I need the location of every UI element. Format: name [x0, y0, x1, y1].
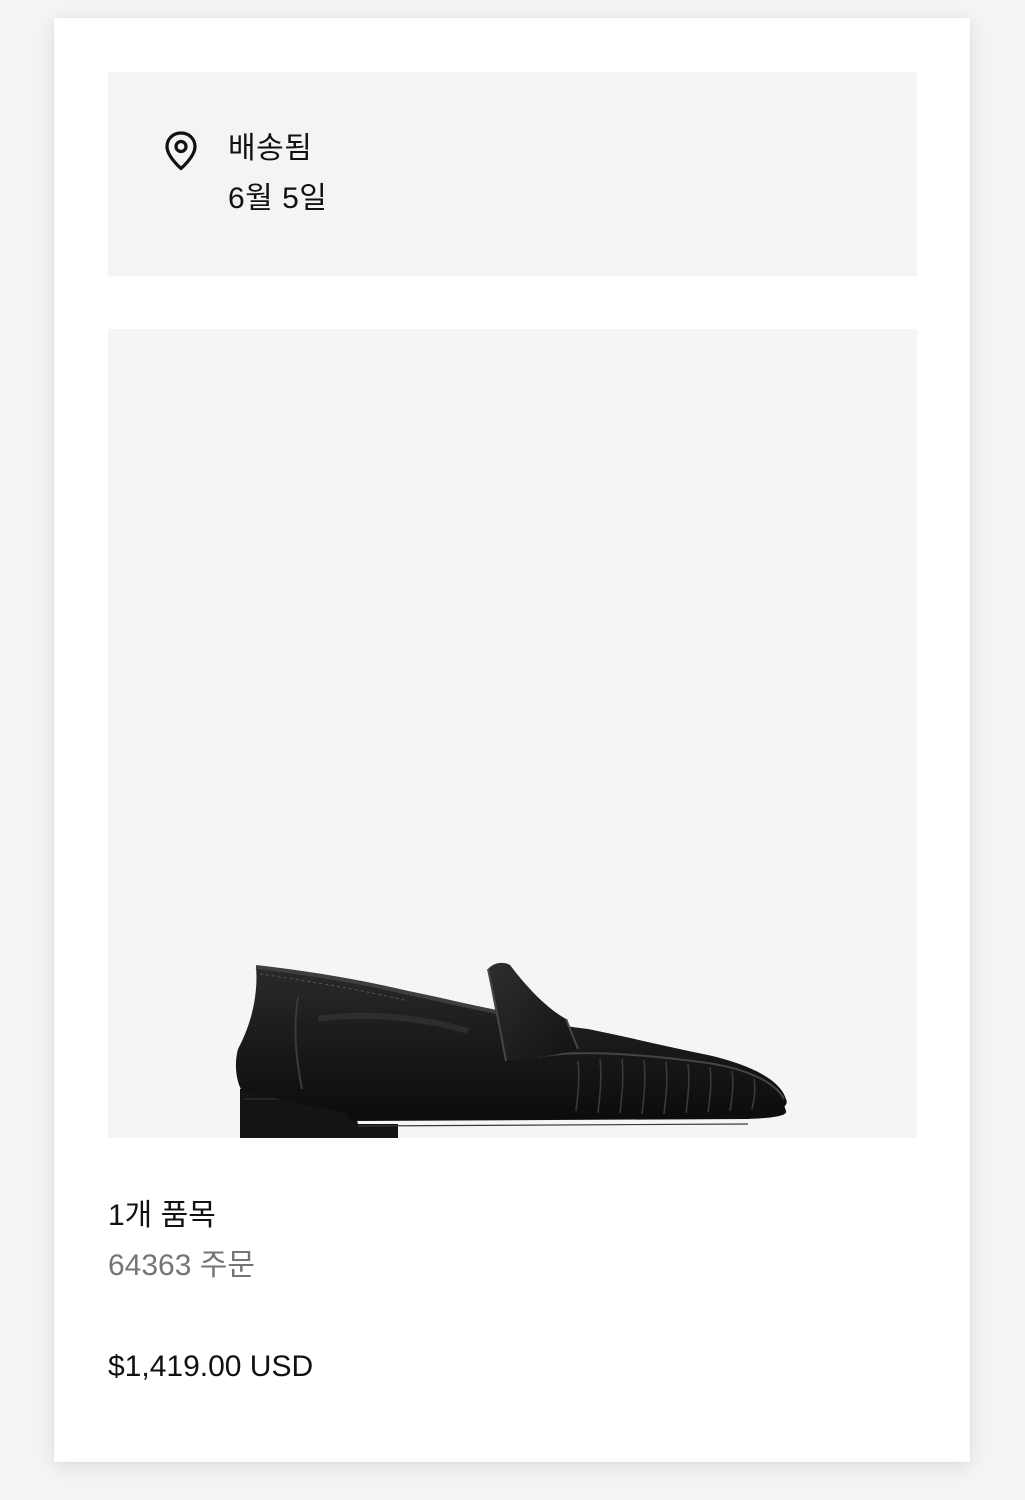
- location-pin-icon: [164, 131, 198, 171]
- delivery-status-panel: 배송됨 6월 5일: [108, 72, 917, 276]
- loafer-shoe-icon: [235, 962, 787, 1138]
- order-card[interactable]: 배송됨 6월 5일 1개 품목 64363 주문 $1,419.00 USD: [54, 18, 970, 1462]
- delivery-status-text: 배송됨: [228, 132, 313, 165]
- product-image[interactable]: [108, 329, 917, 1138]
- order-number-text: 64363 주문: [108, 1249, 255, 1282]
- order-total-price: $1,419.00 USD: [108, 1350, 314, 1383]
- item-count-text: 1개 품목: [108, 1199, 216, 1232]
- delivery-date-text: 6월 5일: [228, 182, 328, 215]
